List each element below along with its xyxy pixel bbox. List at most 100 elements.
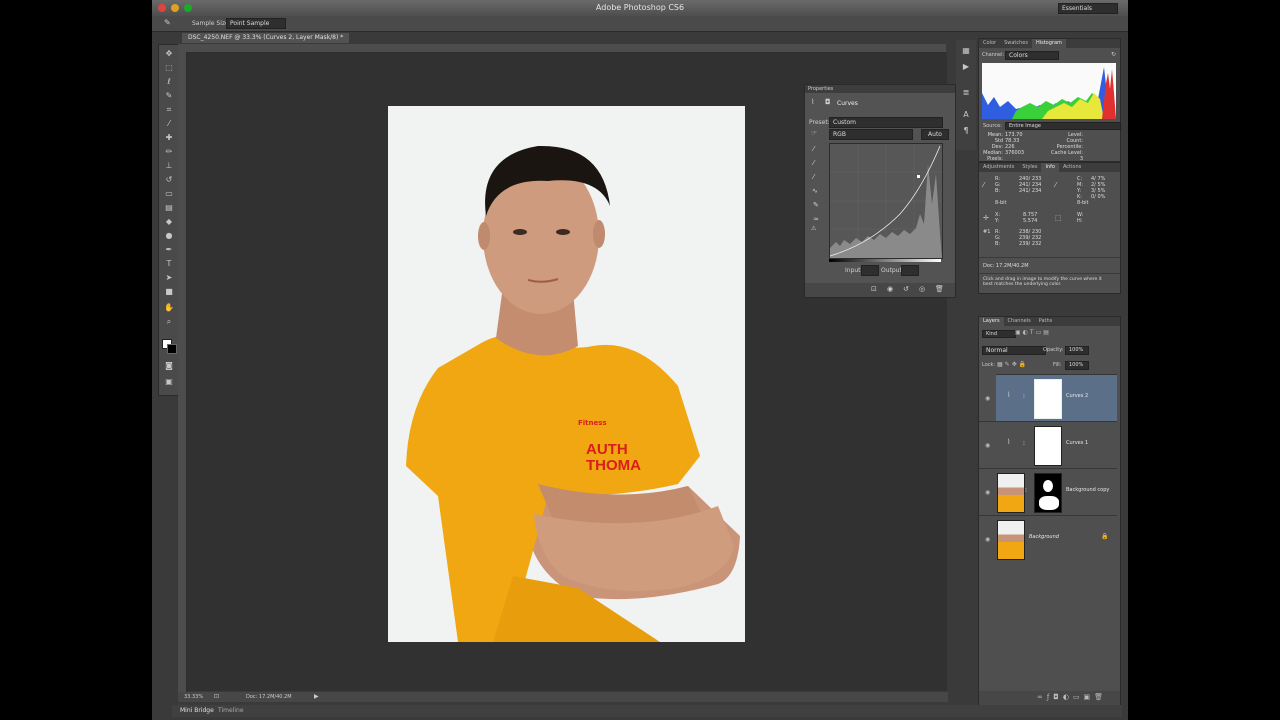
on-image-adjust-icon[interactable]: ☞ [811,129,817,137]
preset-select[interactable]: Custom [829,117,943,128]
sample-black-eyedropper-icon[interactable]: ⁄ [813,145,814,153]
tab-paths[interactable]: Paths [1035,317,1057,326]
layer-thumbnail[interactable] [997,520,1025,560]
sample-gray-eyedropper-icon[interactable]: ⁄ [813,159,814,167]
visibility-eye-icon[interactable]: ◉ [985,395,990,402]
eyedropper-tool-icon[interactable]: ⁄ [164,119,174,129]
tab-color[interactable]: Color [979,39,1000,48]
output-field[interactable] [901,265,919,276]
visibility-icon[interactable]: ◎ [919,285,925,293]
zoom-tool-icon[interactable]: ⌕ [164,317,174,327]
workspace-switcher[interactable]: Essentials [1058,3,1118,14]
auto-button[interactable]: Auto [921,129,949,140]
background-color-swatch[interactable] [167,344,177,354]
actions-panel-icon[interactable]: ▶ [961,62,971,72]
input-field[interactable] [861,265,879,276]
marquee-tool-icon[interactable]: ⬚ [164,63,174,73]
sample-size-select[interactable]: Point Sample [226,18,286,29]
crop-tool-icon[interactable]: ⌗ [164,105,174,115]
visibility-eye-icon[interactable]: ◉ [985,442,990,449]
document-tab[interactable]: DSC_4250.NEF @ 33.3% (Curves 2, Layer Ma… [182,33,350,43]
visibility-eye-icon[interactable]: ◉ [985,489,990,496]
reset-icon[interactable]: ↺ [903,285,909,293]
layer-name[interactable]: Background [1029,534,1059,540]
clone-stamp-tool-icon[interactable]: ⊥ [164,161,174,171]
tab-info[interactable]: Info [1041,163,1059,172]
tab-adjustments[interactable]: Adjustments [979,163,1018,172]
layer-name[interactable]: Curves 2 [1066,393,1088,399]
edit-points-icon[interactable]: ∿ [812,187,818,195]
lock-icons[interactable]: ▦✎✥🔒 [997,361,1028,368]
layer-row-background-copy[interactable]: ◉ ⁝ Background copy [979,468,1117,515]
layer-row-curves-2[interactable]: ◉ ⌇ ⁝ Curves 2 [985,374,1117,421]
histogram-source-select[interactable]: Entire Image [1005,122,1121,130]
layer-mask-thumbnail[interactable] [1034,426,1062,466]
quick-mask-icon[interactable]: ◙ [164,361,174,371]
document-image[interactable]: Fitness AUTH THOMA [388,106,745,642]
refresh-icon[interactable]: ↻ [1111,51,1116,58]
layer-name[interactable]: Curves 1 [1066,440,1088,446]
history-brush-tool-icon[interactable]: ↺ [164,175,174,185]
healing-brush-tool-icon[interactable]: ✚ [164,133,174,143]
properties-panel-icon[interactable]: ≣ [961,88,971,98]
view-previous-state-icon[interactable]: ◉ [887,285,893,293]
histogram-channel-select[interactable]: Colors [1005,51,1059,60]
clipping-warning-icon[interactable]: ⚠ [811,225,816,232]
type-tool-icon[interactable]: T [164,259,174,269]
history-panel-icon[interactable]: ▦ [961,46,971,56]
tab-layers[interactable]: Layers [979,317,1004,326]
layer-thumbnail[interactable] [997,473,1025,513]
eraser-tool-icon[interactable]: ▭ [164,189,174,199]
opacity-input[interactable]: 100% [1065,346,1089,355]
blend-mode-select[interactable]: Normal [982,346,1046,355]
draw-curve-icon[interactable]: ✎ [813,201,819,209]
fill-input[interactable]: 100% [1065,361,1089,370]
tab-styles[interactable]: Styles [1018,163,1041,172]
layer-name[interactable]: Background copy [1066,487,1109,493]
dodge-tool-icon[interactable]: ● [164,231,174,241]
h-label: H: [1077,218,1083,224]
clip-to-layer-icon[interactable]: ⊡ [871,285,877,293]
tab-channels[interactable]: Channels [1004,317,1035,326]
tab-timeline[interactable]: Timeline [218,707,244,714]
move-tool-icon[interactable]: ✥ [164,49,174,59]
paragraph-panel-icon[interactable]: ¶ [961,126,971,136]
screen-mode-icon[interactable]: ▣ [164,377,174,387]
hand-tool-icon[interactable]: ✋ [164,303,174,313]
layer-row-curves-1[interactable]: ◉ ⌇ ⁝ Curves 1 [979,421,1117,468]
mask-link-icon[interactable]: ⁝ [1023,440,1025,447]
eyedropper-tool-icon[interactable]: ✎ [164,18,171,27]
mask-link-icon[interactable]: ⁝ [1023,393,1025,400]
layer-mask-thumbnail[interactable] [1034,379,1062,419]
quick-select-tool-icon[interactable]: ✎ [164,91,174,101]
layer-filter-icons[interactable]: ▣◐T▭▤ [1015,329,1051,336]
smooth-curve-icon[interactable]: ≈ [813,215,819,223]
status-menu-arrow-icon[interactable]: ▶ [314,693,319,700]
filter-kind-select[interactable]: Kind [982,330,1016,338]
tab-actions[interactable]: Actions [1059,163,1085,172]
character-panel-icon[interactable]: A [961,110,971,120]
layer-row-background[interactable]: ◉ Background 🔒 [979,515,1117,562]
properties-header[interactable]: Properties [805,85,955,93]
layer-mask-thumbnail[interactable] [1034,473,1062,513]
pen-tool-icon[interactable]: ✒ [164,245,174,255]
path-selection-tool-icon[interactable]: ➤ [164,273,174,283]
blur-tool-icon[interactable]: ◆ [164,217,174,227]
lasso-tool-icon[interactable]: ℓ [164,77,174,87]
visibility-eye-icon[interactable]: ◉ [985,536,990,543]
tab-swatches[interactable]: Swatches [1000,39,1032,48]
sample-white-eyedropper-icon[interactable]: ⁄ [813,173,814,181]
zoom-level[interactable]: 33.33% [184,694,203,700]
mask-link-icon[interactable]: ⁝ [1025,487,1027,494]
tab-mini-bridge[interactable]: Mini Bridge [180,707,214,714]
gradient-tool-icon[interactable]: ▤ [164,203,174,213]
delete-adjustment-icon[interactable]: 🗑 [935,285,944,293]
layer-mask-icon[interactable]: ◘ [825,98,831,106]
tab-histogram[interactable]: Histogram [1031,39,1066,48]
brush-tool-icon[interactable]: ✏ [164,147,174,157]
status-info-icon[interactable]: ⊡ [214,693,219,700]
shape-tool-icon[interactable]: ■ [164,287,174,297]
curves-graph[interactable] [829,143,943,259]
layer-action-icons[interactable]: ∞ƒ◘◐▭▣🗑 [1037,693,1107,701]
channel-select[interactable]: RGB [829,129,913,140]
